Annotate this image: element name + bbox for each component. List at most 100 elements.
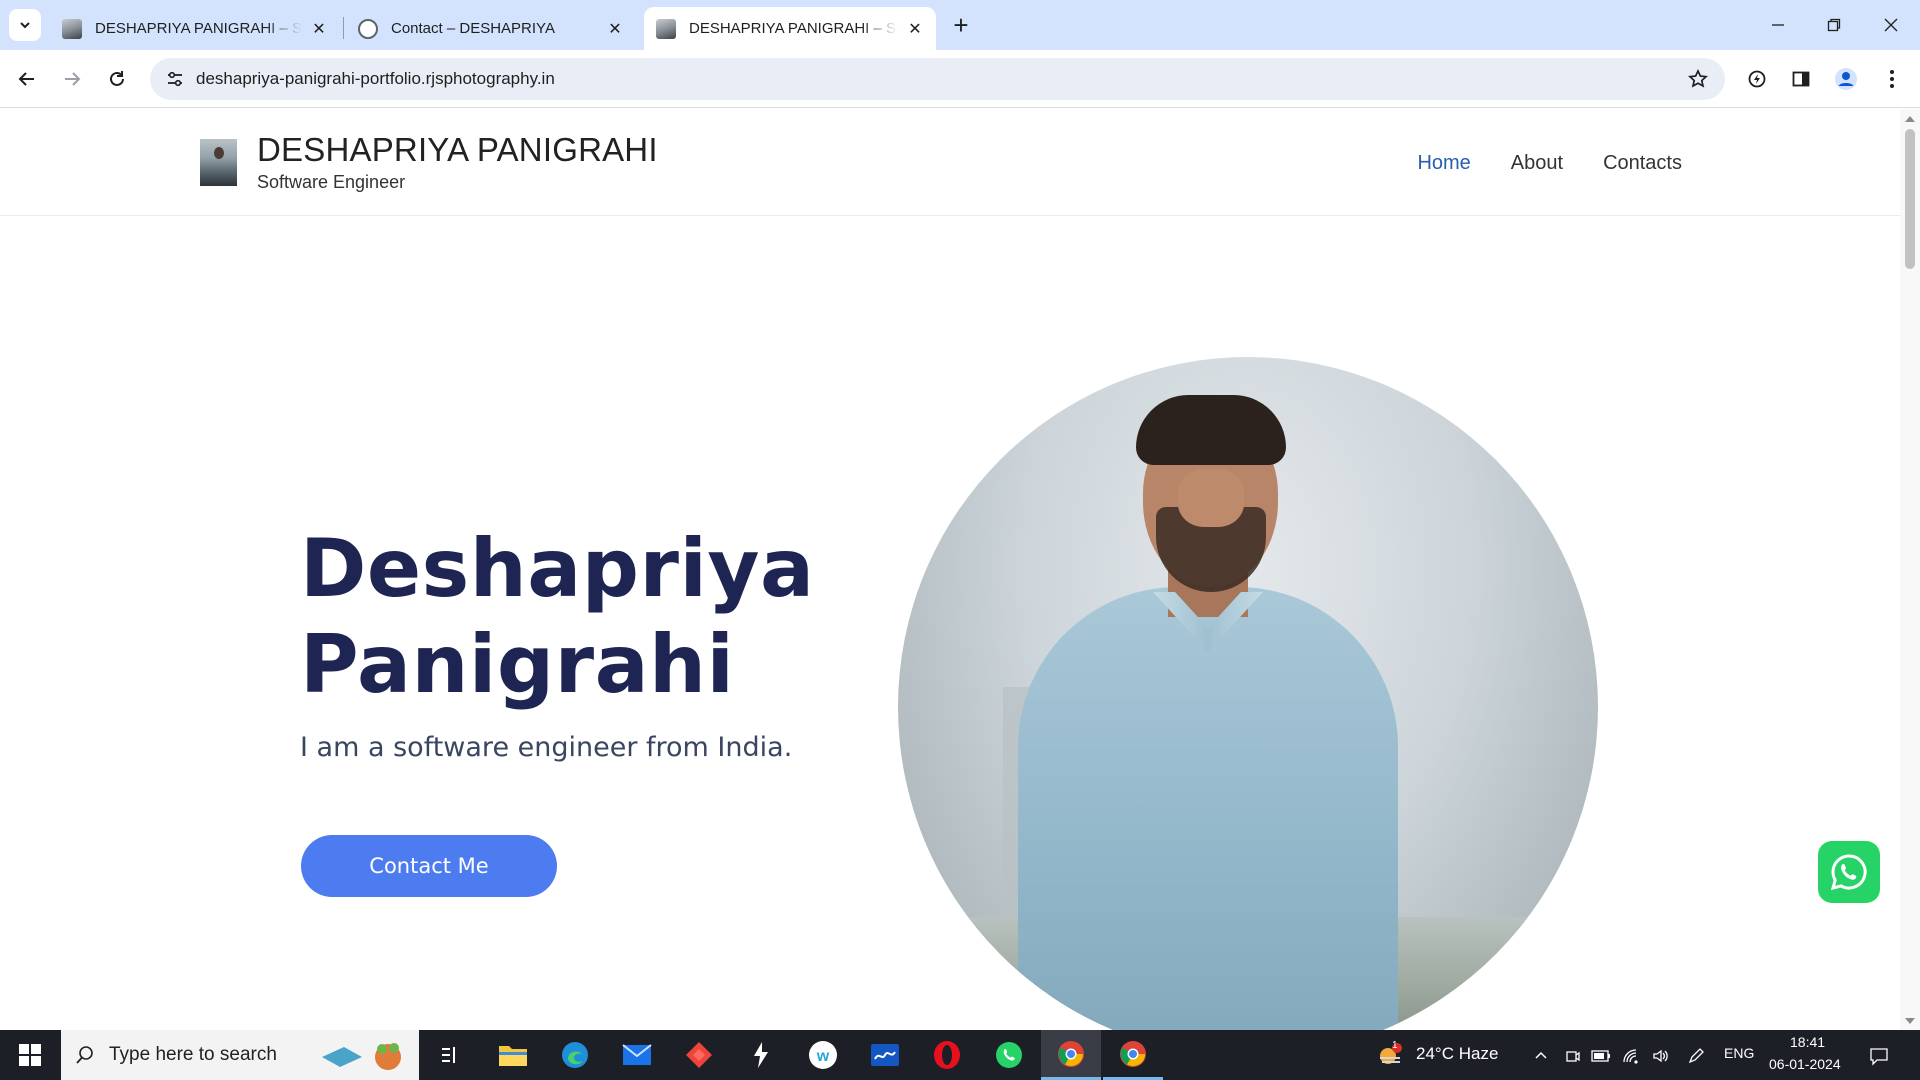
task-view-button[interactable] bbox=[421, 1030, 481, 1080]
wifi-icon[interactable] bbox=[1620, 1045, 1642, 1067]
restore-button[interactable] bbox=[1805, 7, 1863, 43]
menu-kebab-icon[interactable] bbox=[1876, 63, 1908, 95]
windows-taskbar: Type here to search w 1 24°C Haze ENG 18… bbox=[0, 1030, 1920, 1080]
taskbar-chrome-active[interactable] bbox=[1041, 1030, 1101, 1080]
folder-icon bbox=[499, 1046, 527, 1066]
profile-photo-favicon bbox=[656, 18, 676, 39]
hero-name: Deshapriya Panigrahi bbox=[300, 521, 815, 713]
weather-icon[interactable] bbox=[1376, 1042, 1406, 1068]
taskbar-anydesk[interactable] bbox=[669, 1030, 729, 1080]
minimize-button[interactable] bbox=[1749, 7, 1807, 43]
close-icon bbox=[1884, 18, 1898, 32]
chevron-up-icon[interactable] bbox=[1530, 1045, 1552, 1067]
pen-icon[interactable] bbox=[1685, 1045, 1707, 1067]
bookmark-star-icon[interactable] bbox=[1683, 64, 1713, 94]
taskbar-opera[interactable] bbox=[917, 1030, 977, 1080]
tab-title: Contact – DESHAPRIYA bbox=[391, 20, 555, 37]
hero-name-last: Panigrahi bbox=[300, 618, 735, 711]
mail-icon bbox=[622, 1044, 652, 1065]
tab-strip: DESHAPRIYA PANIGRAHI – Soft ✕ Contact – … bbox=[0, 0, 1920, 50]
nav-link-home[interactable]: Home bbox=[1417, 152, 1470, 175]
chrome-icon bbox=[1058, 1040, 1084, 1067]
profile-avatar-icon[interactable] bbox=[1830, 63, 1862, 95]
taskbar-edge[interactable] bbox=[545, 1030, 605, 1080]
scrollbar-thumb[interactable] bbox=[1905, 129, 1915, 269]
nav-link-about[interactable]: About bbox=[1511, 152, 1563, 175]
taskbar-whiteboard[interactable] bbox=[855, 1030, 915, 1080]
taskbar-chrome-second[interactable] bbox=[1103, 1030, 1163, 1080]
taskbar-wattpad[interactable]: w bbox=[793, 1030, 853, 1080]
lightning-app-icon bbox=[754, 1042, 768, 1068]
address-bar[interactable]: deshapriya-panigrahi-portfolio.rjsphotog… bbox=[150, 58, 1725, 100]
w-app-icon: w bbox=[809, 1041, 837, 1069]
search-placeholder: Type here to search bbox=[109, 1044, 277, 1065]
whatsapp-chat-button[interactable] bbox=[1818, 841, 1880, 903]
portrait-shirt bbox=[1018, 587, 1398, 1030]
meet-now-icon[interactable] bbox=[1562, 1045, 1584, 1067]
task-view-icon bbox=[442, 1047, 455, 1063]
performance-icon[interactable] bbox=[1741, 63, 1773, 95]
close-icon[interactable]: ✕ bbox=[906, 19, 924, 39]
search-highlight-illustration-icon bbox=[322, 1043, 401, 1070]
tab-separator bbox=[343, 17, 344, 39]
whatsapp-icon bbox=[1830, 854, 1867, 891]
scroll-down-arrow-icon[interactable] bbox=[1905, 1018, 1915, 1024]
start-button[interactable] bbox=[0, 1030, 60, 1080]
site-info-icon[interactable] bbox=[160, 64, 190, 94]
chrome-icon bbox=[1120, 1040, 1146, 1067]
taskbar-mail[interactable] bbox=[607, 1030, 667, 1080]
close-window-button[interactable] bbox=[1862, 7, 1920, 43]
site-title[interactable]: DESHAPRIYA PANIGRAHI bbox=[257, 131, 658, 169]
weather-text[interactable]: 24°C Haze bbox=[1416, 1044, 1498, 1064]
opera-icon bbox=[934, 1041, 960, 1069]
tab-portfolio-1[interactable]: DESHAPRIYA PANIGRAHI – Soft ✕ bbox=[50, 7, 340, 50]
battery-icon[interactable] bbox=[1590, 1045, 1612, 1067]
arrow-left-icon bbox=[18, 72, 34, 86]
volume-icon[interactable] bbox=[1650, 1045, 1672, 1067]
hero-name-first: Deshapriya bbox=[300, 522, 815, 615]
tab-portfolio-active[interactable]: DESHAPRIYA PANIGRAHI – Soft ✕ bbox=[644, 7, 936, 50]
notification-center-icon[interactable] bbox=[1868, 1045, 1890, 1067]
tab-search-button[interactable] bbox=[9, 9, 41, 41]
taskbar-file-explorer[interactable] bbox=[483, 1030, 543, 1080]
clock-date[interactable]: 06-01-2024 bbox=[1769, 1056, 1841, 1072]
globe-icon bbox=[358, 18, 378, 39]
back-button[interactable] bbox=[9, 61, 45, 97]
url-text[interactable]: deshapriya-panigrahi-portfolio.rjsphotog… bbox=[196, 69, 555, 89]
anydesk-icon bbox=[686, 1042, 712, 1068]
clock-time[interactable]: 18:41 bbox=[1790, 1034, 1825, 1050]
tab-title: DESHAPRIYA PANIGRAHI – Soft bbox=[95, 20, 302, 37]
profile-photo-favicon bbox=[62, 18, 82, 39]
edge-icon bbox=[562, 1042, 588, 1068]
portrait-face bbox=[1178, 469, 1244, 527]
tab-title: DESHAPRIYA PANIGRAHI – Soft bbox=[689, 20, 898, 37]
web-page: DESHAPRIYA PANIGRAHI Software Engineer H… bbox=[0, 109, 1900, 1030]
scroll-up-arrow-icon[interactable] bbox=[1905, 116, 1915, 122]
page-scrollbar[interactable] bbox=[1900, 109, 1920, 1030]
restore-icon bbox=[1827, 18, 1841, 32]
taskbar-whatsapp[interactable] bbox=[979, 1030, 1039, 1080]
forward-button[interactable] bbox=[54, 61, 90, 97]
new-tab-button[interactable]: + bbox=[945, 10, 977, 42]
reload-button[interactable] bbox=[99, 61, 135, 97]
close-icon[interactable]: ✕ bbox=[310, 19, 328, 39]
portrait-hair bbox=[1136, 395, 1286, 465]
svg-text:w: w bbox=[816, 1048, 830, 1065]
language-indicator[interactable]: ENG bbox=[1724, 1045, 1754, 1061]
site-tagline: Software Engineer bbox=[257, 172, 406, 192]
taskbar-app-lightning[interactable] bbox=[731, 1030, 791, 1080]
contact-me-button[interactable]: Contact Me bbox=[301, 835, 557, 897]
close-icon[interactable]: ✕ bbox=[606, 19, 624, 39]
primary-navigation: Home About Contacts bbox=[1417, 152, 1682, 175]
reload-icon bbox=[110, 71, 124, 86]
site-logo[interactable] bbox=[200, 139, 237, 186]
profile-portrait-image bbox=[898, 357, 1598, 1030]
browser-toolbar: deshapriya-panigrahi-portfolio.rjsphotog… bbox=[0, 50, 1920, 108]
search-icon bbox=[76, 1046, 93, 1064]
side-panel-icon[interactable] bbox=[1785, 63, 1817, 95]
site-header: DESHAPRIYA PANIGRAHI Software Engineer H… bbox=[0, 109, 1900, 216]
taskbar-search-box[interactable]: Type here to search bbox=[61, 1030, 419, 1080]
windows-logo-icon bbox=[19, 1044, 41, 1066]
nav-link-contacts[interactable]: Contacts bbox=[1603, 152, 1682, 175]
tab-contact[interactable]: Contact – DESHAPRIYA ✕ bbox=[346, 7, 636, 50]
